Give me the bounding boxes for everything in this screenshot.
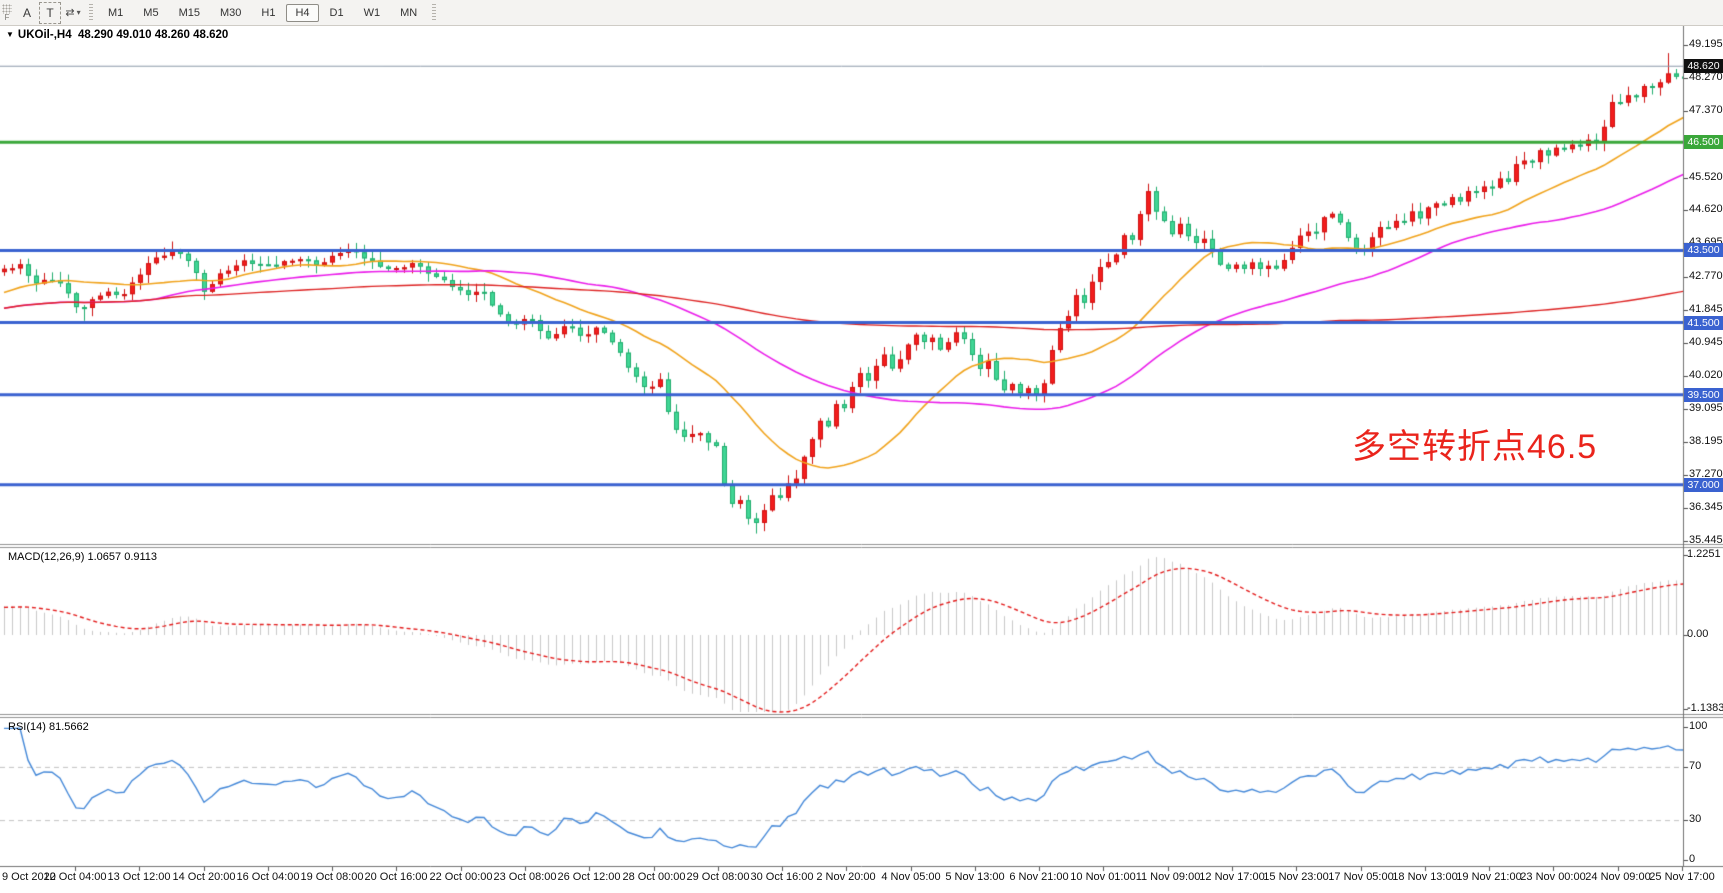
price-badge: 39.500 bbox=[1684, 388, 1723, 402]
arrows-tool-button[interactable]: ⇄ ▾ bbox=[63, 3, 83, 23]
time-axis-label: 16 Oct 04:00 bbox=[237, 871, 300, 883]
time-axis-label: 6 Nov 21:00 bbox=[1009, 871, 1068, 883]
price-tick-label: 38.195 bbox=[1689, 435, 1723, 447]
timeframe-button-d1[interactable]: D1 bbox=[321, 4, 353, 22]
macd-axis-label: 1.2251 bbox=[1687, 548, 1721, 560]
chevron-down-icon: ▾ bbox=[77, 8, 81, 17]
price-tick-label: 41.845 bbox=[1689, 303, 1723, 315]
price-tick-label: 44.620 bbox=[1689, 203, 1723, 215]
price-tick-label: 40.020 bbox=[1689, 369, 1723, 381]
time-axis-label: 24 Nov 09:00 bbox=[1585, 871, 1650, 883]
time-axis-label: 12 Nov 17:00 bbox=[1199, 871, 1264, 883]
time-axis-label: 19 Oct 08:00 bbox=[301, 871, 364, 883]
rsi-axis-label: 70 bbox=[1689, 760, 1723, 772]
price-badge: 46.500 bbox=[1684, 135, 1723, 149]
price-tick-label: 35.445 bbox=[1689, 534, 1723, 546]
price-badge: 48.620 bbox=[1684, 59, 1723, 73]
arrows-style-icon: ⇄ bbox=[65, 6, 74, 19]
toolbar-grip[interactable] bbox=[432, 4, 436, 22]
toolbar-grip-f[interactable]: F bbox=[2, 4, 12, 22]
macd-axis-label: 0.00 bbox=[1687, 628, 1721, 640]
macd-axis-label: -1.1383 bbox=[1687, 702, 1721, 714]
macd-signal-value: 0.9113 bbox=[124, 551, 157, 563]
chevron-down-icon: ▼ bbox=[6, 30, 14, 39]
time-axis-label: 22 Oct 00:00 bbox=[430, 871, 493, 883]
price-badge: 43.500 bbox=[1684, 243, 1723, 257]
rsi-value: 81.5662 bbox=[49, 721, 89, 733]
time-axis-label: 17 Nov 05:00 bbox=[1328, 871, 1393, 883]
time-axis-label: 14 Oct 20:00 bbox=[173, 871, 236, 883]
timeframe-button-m15[interactable]: M15 bbox=[170, 4, 209, 22]
time-axis-label: 20 Oct 16:00 bbox=[365, 871, 428, 883]
price-tick-label: 39.095 bbox=[1689, 402, 1723, 414]
timeframe-button-m30[interactable]: M30 bbox=[211, 4, 250, 22]
macd-indicator-label: MACD(12,26,9) 1.0657 0.9113 bbox=[8, 551, 157, 563]
toolbar-grip[interactable] bbox=[89, 4, 93, 22]
timeframe-group: M1M5M15M30H1H4D1W1MN bbox=[98, 4, 427, 22]
time-axis-label: 25 Nov 17:00 bbox=[1649, 871, 1714, 883]
time-axis-label: 2 Nov 20:00 bbox=[816, 871, 875, 883]
textbox-tool-button[interactable]: T bbox=[39, 2, 61, 24]
price-tick-label: 42.770 bbox=[1689, 270, 1723, 282]
text-tool-button[interactable]: A bbox=[17, 3, 37, 23]
price-badge: 37.000 bbox=[1684, 478, 1723, 492]
time-axis-label: 5 Nov 13:00 bbox=[945, 871, 1004, 883]
chart-annotation-text: 多空转折点46.5 bbox=[1352, 419, 1597, 468]
time-axis-label: 26 Oct 12:00 bbox=[558, 871, 621, 883]
grip-f-label: F bbox=[5, 14, 10, 22]
macd-main-value: 1.0657 bbox=[87, 551, 121, 563]
time-axis-label: 30 Oct 16:00 bbox=[751, 871, 814, 883]
symbol-name: UKOil-,H4 bbox=[18, 29, 72, 41]
open-value: 48.290 bbox=[78, 29, 113, 41]
rsi-name: RSI(14) bbox=[8, 721, 46, 733]
price-tick-label: 49.195 bbox=[1689, 38, 1723, 50]
high-value: 49.010 bbox=[116, 29, 151, 41]
time-axis-label: 23 Nov 00:00 bbox=[1520, 871, 1585, 883]
timeframe-button-m5[interactable]: M5 bbox=[134, 4, 167, 22]
price-tick-label: 45.520 bbox=[1689, 171, 1723, 183]
close-value: 48.620 bbox=[193, 29, 228, 41]
time-axis-label: 28 Oct 00:00 bbox=[623, 871, 686, 883]
price-tick-label: 36.345 bbox=[1689, 501, 1723, 513]
terminal-window: F A T ⇄ ▾ M1M5M15M30H1H4D1W1MN ▼ UKOil-,H… bbox=[0, 0, 1723, 893]
toolbar: F A T ⇄ ▾ M1M5M15M30H1H4D1W1MN bbox=[0, 0, 1723, 26]
macd-name: MACD(12,26,9) bbox=[8, 551, 84, 563]
symbol-ohlc-line[interactable]: ▼ UKOil-,H4 48.290 49.010 48.260 48.620 bbox=[6, 29, 228, 41]
rsi-indicator-label: RSI(14) 81.5662 bbox=[8, 721, 89, 733]
time-axis-label: 15 Nov 23:00 bbox=[1263, 871, 1328, 883]
rsi-axis-label: 30 bbox=[1689, 813, 1723, 825]
rsi-axis-label: 100 bbox=[1689, 720, 1723, 732]
price-badge: 41.500 bbox=[1684, 316, 1723, 330]
time-axis-label: 13 Oct 12:00 bbox=[108, 871, 171, 883]
timeframe-button-h4[interactable]: H4 bbox=[286, 4, 318, 22]
low-value: 48.260 bbox=[155, 29, 190, 41]
rsi-axis-label: 0 bbox=[1689, 853, 1723, 865]
timeframe-button-w1[interactable]: W1 bbox=[355, 4, 390, 22]
timeframe-button-mn[interactable]: MN bbox=[391, 4, 426, 22]
timeframe-button-h1[interactable]: H1 bbox=[252, 4, 284, 22]
timeframe-button-m1[interactable]: M1 bbox=[99, 4, 132, 22]
time-axis-label: 11 Nov 09:00 bbox=[1136, 871, 1201, 883]
grip-dots-icon bbox=[2, 4, 12, 14]
time-axis-label: 18 Nov 13:00 bbox=[1392, 871, 1457, 883]
time-axis-label: 19 Nov 21:00 bbox=[1456, 871, 1521, 883]
time-axis-label: 10 Nov 01:00 bbox=[1070, 871, 1135, 883]
price-tick-label: 47.370 bbox=[1689, 104, 1723, 116]
price-tick-label: 40.945 bbox=[1689, 336, 1723, 348]
time-axis-label: 23 Oct 08:00 bbox=[494, 871, 557, 883]
time-axis-label: 29 Oct 08:00 bbox=[687, 871, 750, 883]
time-axis-label: 12 Oct 04:00 bbox=[44, 871, 107, 883]
time-axis-label: 4 Nov 05:00 bbox=[881, 871, 940, 883]
